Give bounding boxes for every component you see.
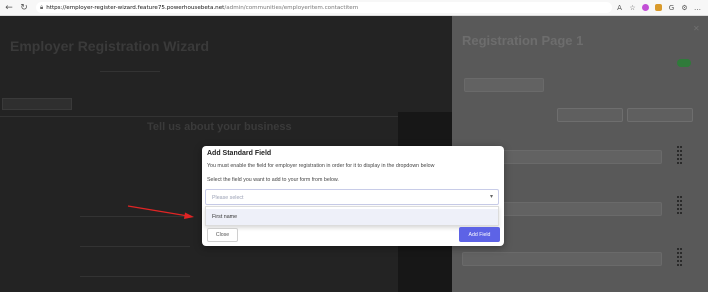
favorite-icon[interactable]: ☆ [627, 2, 638, 13]
chevron-down-icon: ▾ [489, 193, 493, 200]
drag-handle-icon [677, 248, 682, 266]
url-path: /admin/communities/employeritem.contacti… [224, 4, 359, 11]
drag-handle-icon [677, 196, 682, 214]
toggle-switch [677, 59, 691, 67]
add-field-button[interactable]: Add Field [459, 227, 500, 242]
select-placeholder: Please select [212, 194, 244, 201]
dialog-info-text: You must enable the field for employer r… [207, 163, 435, 169]
profile-icon[interactable]: G [666, 2, 677, 13]
more-icon[interactable]: … [692, 2, 703, 13]
close-button[interactable]: Close [207, 228, 238, 242]
collections-icon[interactable] [653, 2, 664, 13]
read-aloud-icon[interactable]: A [614, 2, 625, 13]
browser-toolbar: ← ↻ 🔒︎ https://employer-register-wizard.… [0, 0, 708, 16]
dialog-title: Add Standard Field [207, 150, 272, 157]
panel-button [627, 108, 693, 122]
extension-icon[interactable] [640, 2, 651, 13]
settings-icon[interactable]: ⚙ [679, 2, 690, 13]
address-bar[interactable]: 🔒︎ https://employer-register-wizard.feat… [36, 2, 612, 13]
drag-handle-icon [677, 146, 682, 164]
field-dropdown-menu: First name [205, 206, 499, 226]
section-heading: Tell us about your business [147, 121, 292, 133]
lock-icon: 🔒︎ [40, 3, 44, 11]
sidebar-tab [2, 98, 72, 110]
refresh-icon[interactable]: ↻ [18, 2, 30, 14]
page-title: Employer Registration Wizard [10, 38, 210, 54]
option-label: First name [212, 213, 238, 220]
dialog-instruction-text: Select the field you want to add to your… [207, 177, 339, 183]
dropdown-option-first-name[interactable]: First name [206, 209, 498, 225]
panel-field [464, 78, 544, 92]
screen: ← ↻ 🔒︎ https://employer-register-wizard.… [0, 0, 708, 292]
panel-button [557, 108, 623, 122]
panel-title: Registration Page 1 [462, 33, 584, 48]
field-select[interactable]: Please select ▾ [205, 189, 499, 205]
close-icon: ✕ [693, 24, 700, 33]
back-icon[interactable]: ← [3, 2, 15, 14]
panel-field [462, 252, 662, 266]
url-host: https://employer-register-wizard.feature… [46, 4, 225, 11]
